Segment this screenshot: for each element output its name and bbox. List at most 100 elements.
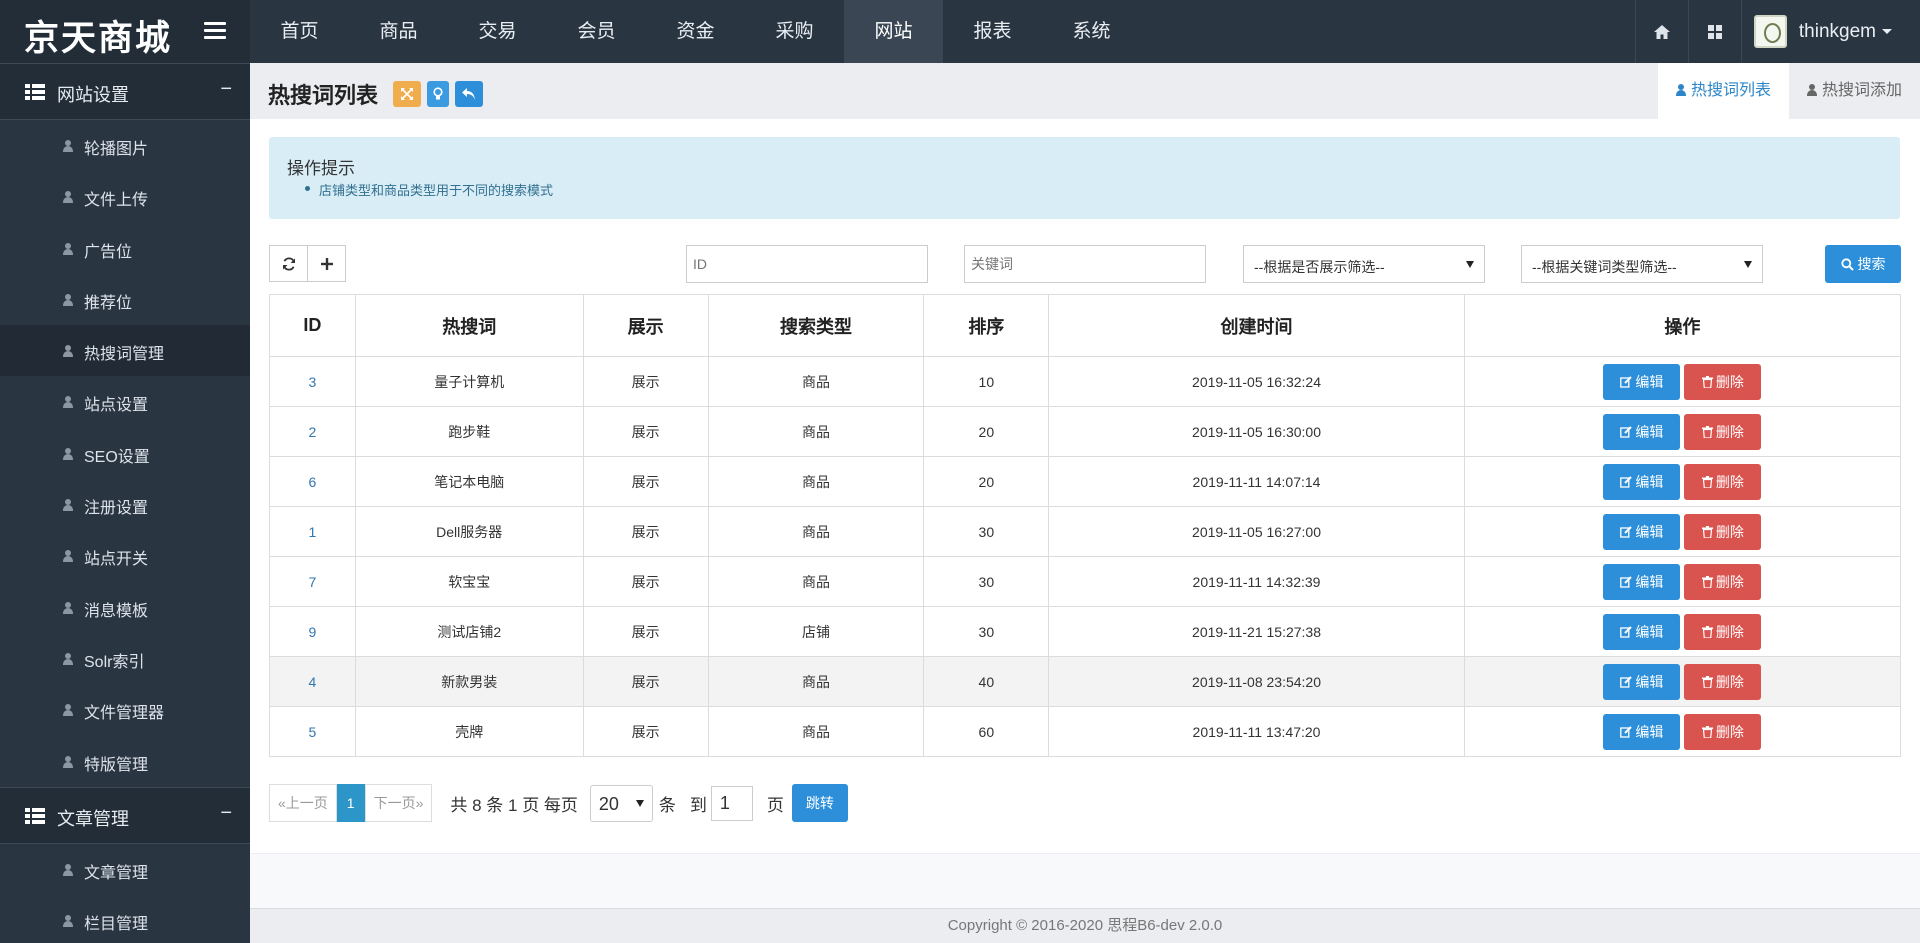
menu-toggle-icon[interactable] <box>204 22 226 40</box>
edit-button[interactable]: 编辑 <box>1603 613 1681 650</box>
collapse-toggle[interactable]: − <box>220 78 232 101</box>
sidebar-item[interactable]: 特版管理 <box>0 736 250 787</box>
type-filter-select[interactable]: --根据关键词类型筛选-- <box>1521 245 1763 283</box>
fullscreen-icon[interactable] <box>393 81 421 107</box>
sidebar: 网站设置 − 轮播图片文件上传广告位 推荐位 热搜词管理 站点设置 SEO设置注册设置站点开… <box>0 63 250 943</box>
cell-id-link[interactable]: 9 <box>269 606 356 657</box>
delete-label: 删除 <box>1715 423 1744 440</box>
back-arrow-icon[interactable] <box>455 81 483 107</box>
show-filter-select[interactable]: --根据是否展示筛选-- <box>1243 245 1485 283</box>
user-menu[interactable]: thinkgem <box>1740 0 1920 63</box>
to-label: 到 <box>689 795 707 815</box>
edit-button[interactable]: 编辑 <box>1603 463 1681 500</box>
current-page-button[interactable]: 1 <box>336 784 365 822</box>
sidebar-item[interactable]: 消息模板 <box>0 582 250 633</box>
keyword-input[interactable] <box>964 245 1206 283</box>
sidebar-item-label: 文件上传 <box>84 192 149 210</box>
edit-button[interactable]: 编辑 <box>1603 513 1681 550</box>
edit-label: 编辑 <box>1635 473 1664 490</box>
sidebar-item[interactable]: 文件上传 <box>0 171 250 222</box>
delete-button[interactable]: 删除 <box>1684 713 1762 750</box>
user-icon <box>63 447 73 460</box>
sidebar-item[interactable]: 站点设置 <box>0 376 250 427</box>
table-cell: 2019-11-08 23:54:20 <box>1048 656 1465 707</box>
sidebar-item[interactable]: Solr索引 <box>0 633 250 684</box>
sidebar-item[interactable]: 文章管理 <box>0 844 250 895</box>
topnav-item[interactable]: 交易 <box>448 0 547 63</box>
table-cell: 商品 <box>707 506 925 557</box>
collapse-toggle[interactable]: − <box>220 802 232 825</box>
tip-title: 操作提示 <box>287 159 355 178</box>
refresh-button[interactable] <box>269 245 308 282</box>
jump-button[interactable]: 跳转 <box>791 784 848 822</box>
delete-button[interactable]: 删除 <box>1684 413 1762 450</box>
cell-id-link[interactable]: 3 <box>269 356 356 407</box>
edit-icon <box>1620 525 1633 538</box>
user-icon <box>63 652 73 665</box>
delete-button[interactable]: 删除 <box>1684 563 1762 600</box>
table-cell: 展示 <box>582 456 709 507</box>
sidebar-item[interactable]: 轮播图片 <box>0 120 250 171</box>
sidebar-item[interactable]: 栏目管理 <box>0 895 250 943</box>
sidebar-item[interactable]: 注册设置 <box>0 479 250 530</box>
topnav-item[interactable]: 首页 <box>250 0 349 63</box>
trash-icon <box>1701 575 1713 589</box>
sidebar-item-label: 注册设置 <box>84 500 149 518</box>
cell-id-link[interactable]: 1 <box>269 506 356 557</box>
trash-icon <box>1701 625 1713 639</box>
page-size-select[interactable]: 20 <box>589 784 653 822</box>
table-cell: 跑步鞋 <box>354 406 584 457</box>
sidebar-item[interactable]: 文件管理器 <box>0 684 250 735</box>
user-icon <box>63 345 73 358</box>
topnav-item[interactable]: 商品 <box>349 0 448 63</box>
topnav-item[interactable]: 资金 <box>646 0 745 63</box>
sidebar-section-header[interactable]: 文章管理 − <box>0 786 250 844</box>
delete-button[interactable]: 删除 <box>1684 463 1762 500</box>
page-number-input[interactable] <box>710 785 753 821</box>
sidebar-item[interactable]: 热搜词管理 <box>0 325 250 377</box>
delete-button[interactable]: 删除 <box>1684 363 1762 400</box>
delete-button[interactable]: 删除 <box>1684 513 1762 550</box>
topnav-item[interactable]: 会员 <box>547 0 646 63</box>
delete-button[interactable]: 删除 <box>1684 613 1762 650</box>
table-cell: 2019-11-05 16:30:00 <box>1048 406 1465 457</box>
site-logo[interactable]: 京天商城 <box>24 10 172 61</box>
cell-id-link[interactable]: 6 <box>269 456 356 507</box>
tab-hotword-list[interactable]: 热搜词列表 <box>1657 63 1789 119</box>
id-input[interactable] <box>686 245 928 283</box>
user-icon <box>63 140 73 152</box>
tab-hotword-add[interactable]: 热搜词添加 <box>1789 63 1920 119</box>
lightbulb-icon[interactable] <box>427 81 449 107</box>
home-icon[interactable] <box>1634 0 1688 63</box>
tab-label: 热搜词列表 <box>1690 82 1771 99</box>
cell-id-link[interactable]: 5 <box>269 706 356 757</box>
next-page-button[interactable]: 下一页» <box>364 784 433 822</box>
cell-id-link[interactable]: 7 <box>269 556 356 607</box>
cell-id-link[interactable]: 4 <box>269 656 356 707</box>
edit-button[interactable]: 编辑 <box>1603 563 1681 600</box>
edit-button[interactable]: 编辑 <box>1603 413 1681 450</box>
dashboard-grid-icon[interactable] <box>1687 0 1741 63</box>
sidebar-section-header[interactable]: 网站设置 − <box>0 63 250 120</box>
sidebar-item[interactable]: 推荐位 <box>0 274 250 325</box>
sidebar-item[interactable]: 站点开关 <box>0 530 250 581</box>
topnav-item[interactable]: 系统 <box>1042 0 1141 63</box>
add-button[interactable] <box>307 245 346 282</box>
edit-button[interactable]: 编辑 <box>1603 363 1681 400</box>
edit-button[interactable]: 编辑 <box>1603 663 1681 700</box>
edit-icon <box>1620 425 1633 438</box>
user-icon <box>63 191 73 204</box>
edit-button[interactable]: 编辑 <box>1603 713 1681 750</box>
sidebar-item[interactable]: 广告位 <box>0 223 250 274</box>
topnav-item[interactable]: 报表 <box>943 0 1042 63</box>
table-cell: 10 <box>923 356 1050 407</box>
delete-button[interactable]: 删除 <box>1684 663 1762 700</box>
hotword-table: ID 热搜词 展示 搜索类型 排序 创建时间 操作 3 量子计算机 展示 商品 10 2019-11-… <box>269 294 1902 757</box>
prev-page-button[interactable]: «上一页 <box>269 784 337 822</box>
topnav-item[interactable]: 网站 <box>844 0 943 63</box>
sidebar-item[interactable]: SEO设置 <box>0 428 250 479</box>
topnav-item[interactable]: 采购 <box>745 0 844 63</box>
search-button[interactable]: 搜索 <box>1825 245 1901 283</box>
cell-id-link[interactable]: 2 <box>269 406 356 457</box>
sidebar-item-label: 轮播图片 <box>84 141 149 158</box>
